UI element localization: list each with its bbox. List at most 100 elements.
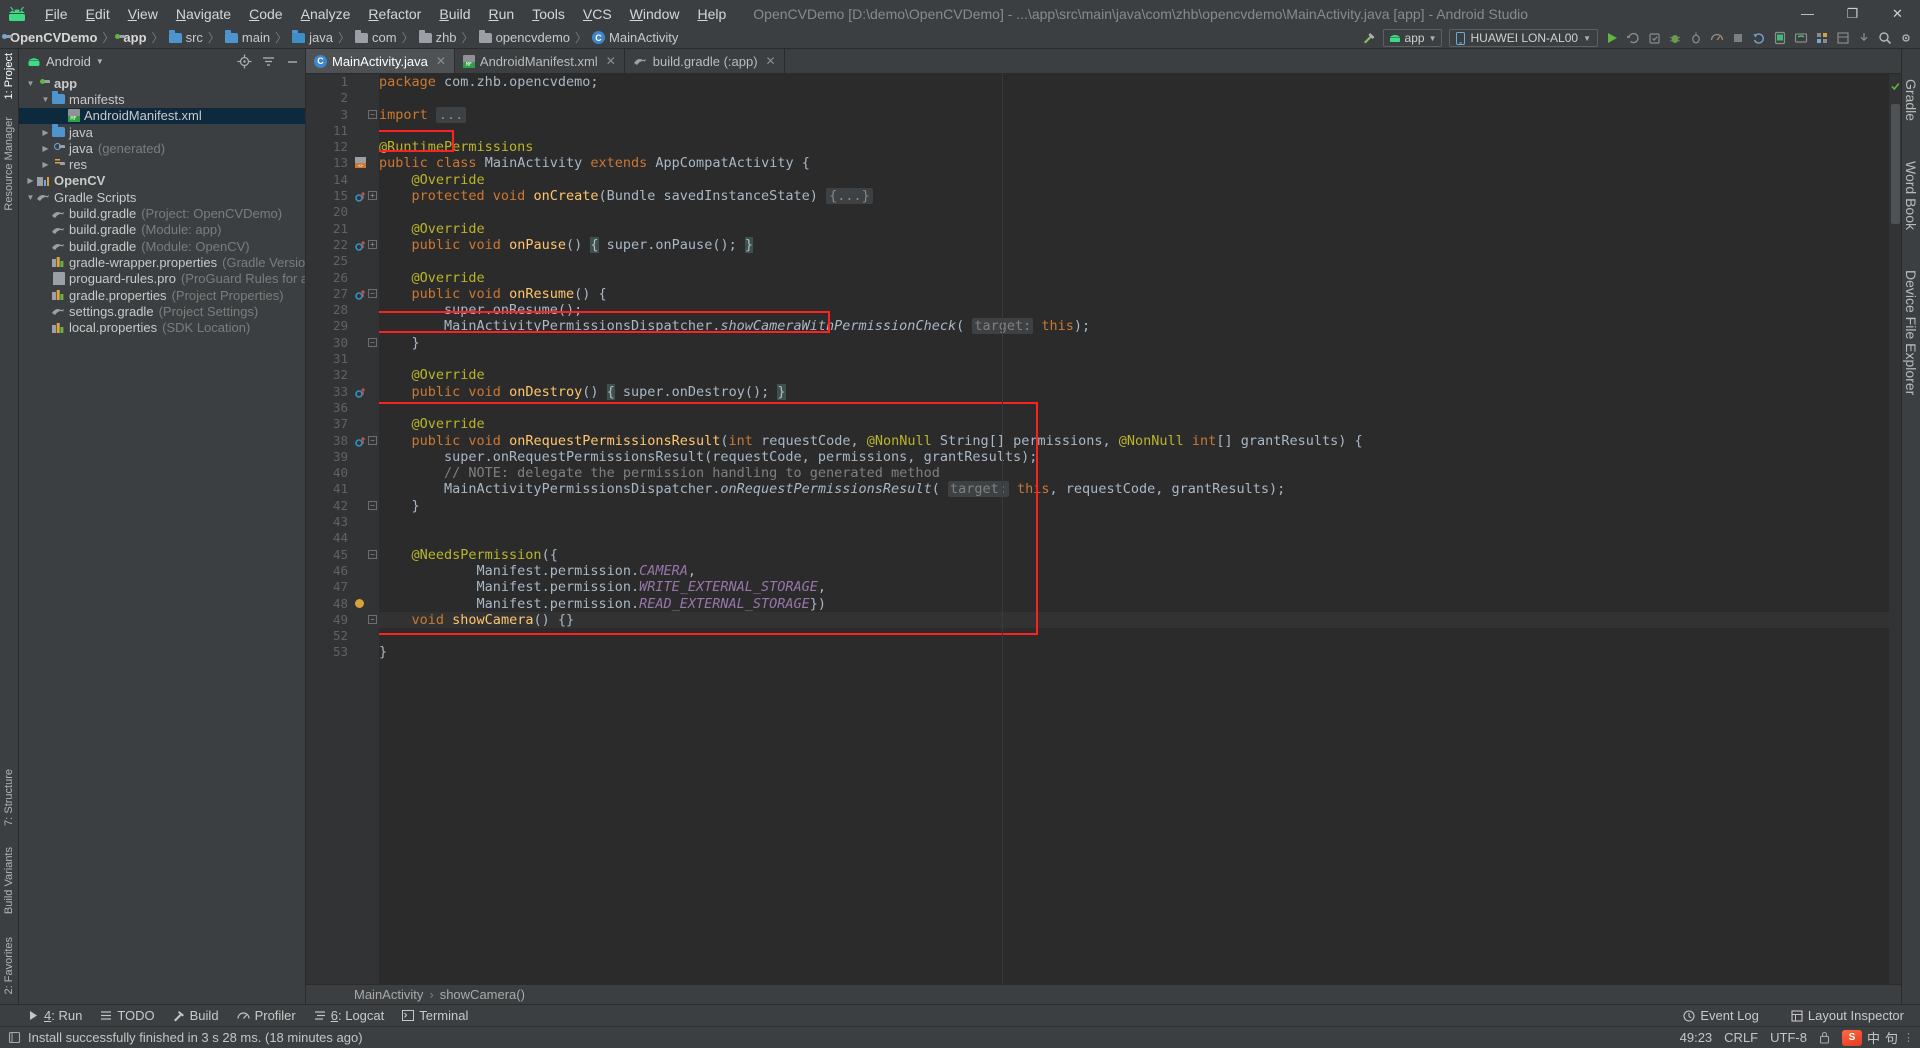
tree-item[interactable]: build.gradle (Project: OpenCVDemo) xyxy=(19,205,305,221)
tool-window-button-logcat[interactable]: 6: Logcat xyxy=(306,1006,393,1025)
fold-collapse-icon[interactable]: − xyxy=(368,500,377,510)
status-message[interactable]: Install successfully finished in 3 s 28 … xyxy=(28,1030,363,1045)
menu-item-run[interactable]: Run xyxy=(479,3,523,25)
tree-item[interactable]: build.gradle (Module: OpenCV) xyxy=(19,238,305,254)
breadcrumb-item-app[interactable]: app xyxy=(115,30,147,45)
fold-collapse-icon[interactable]: − xyxy=(368,614,377,624)
tree-item[interactable]: settings.gradle (Project Settings) xyxy=(19,303,305,319)
code-line[interactable]: } xyxy=(379,498,1889,514)
code-line[interactable]: protected void onCreate(Bundle savedInst… xyxy=(379,188,1889,205)
code-line[interactable] xyxy=(379,123,1889,139)
code-text-area[interactable]: package com.zhb.opencvdemo; import ... @… xyxy=(379,74,1889,984)
code-line[interactable]: super.onResume(); xyxy=(379,302,1889,318)
gutter-mark-row[interactable]: <> xyxy=(354,155,379,171)
code-line[interactable]: public void onPause() { super.onPause();… xyxy=(379,236,1889,253)
tree-item[interactable]: ▶ res xyxy=(19,156,305,172)
tree-item[interactable]: proguard-rules.pro(ProGuard Rules for ap… xyxy=(19,271,305,287)
sdk-manager-icon[interactable] xyxy=(1791,28,1811,48)
code-line[interactable] xyxy=(379,90,1889,106)
fold-expand-icon[interactable]: + xyxy=(368,191,377,201)
gutter-mark-row[interactable] xyxy=(354,318,379,334)
code-line[interactable] xyxy=(379,530,1889,546)
layout-editor-icon[interactable] xyxy=(1833,28,1853,48)
code-line[interactable]: @Override xyxy=(379,367,1889,383)
code-line[interactable]: @RuntimePermissions xyxy=(379,139,1889,155)
tree-item[interactable]: ▼ app xyxy=(19,75,305,91)
close-button[interactable]: ✕ xyxy=(1875,0,1920,27)
menu-item-window[interactable]: Window xyxy=(621,3,689,25)
code-line[interactable] xyxy=(379,204,1889,220)
editor-scrollbar-thumb[interactable] xyxy=(1891,104,1900,224)
gutter-mark-row[interactable] xyxy=(354,90,379,106)
gutter-mark-row[interactable]: − xyxy=(354,612,379,628)
gutter-mark-row[interactable] xyxy=(354,172,379,188)
apply-changes-icon[interactable] xyxy=(1623,28,1643,48)
tool-window-button-todo[interactable]: TODO xyxy=(92,1006,162,1025)
profiler-icon[interactable] xyxy=(1707,28,1727,48)
code-line[interactable]: @Override xyxy=(379,221,1889,237)
line-number-gutter[interactable]: 1 2 3 11 12 13 14 15 20 21 22 25 26 27 28 29 30 31 32 33 36 3… xyxy=(306,74,354,984)
tree-item[interactable]: gradle-wrapper.properties(Gradle Version… xyxy=(19,254,305,270)
gutter-mark-row[interactable] xyxy=(354,563,379,579)
tool-window-button-build[interactable]: Build xyxy=(165,1006,227,1025)
code-line[interactable]: public void onDestroy() { super.onDestro… xyxy=(379,383,1889,400)
menu-item-analyze[interactable]: Analyze xyxy=(292,3,360,25)
gutter-mark-row[interactable] xyxy=(354,400,379,416)
breadcrumb-item-opencvdemo[interactable]: opencvdemo xyxy=(478,29,570,45)
breadcrumb-item-src[interactable]: src xyxy=(168,29,203,45)
code-line[interactable]: @Override xyxy=(379,270,1889,286)
maximize-button[interactable]: ❐ xyxy=(1830,0,1875,27)
code-line[interactable]: } xyxy=(379,644,1889,660)
code-line[interactable]: Manifest.permission.CAMERA, xyxy=(379,563,1889,579)
tab-close-icon[interactable]: ✕ xyxy=(606,54,616,68)
breadcrumb-item-mainactivity[interactable]: C MainActivity xyxy=(592,30,678,45)
project-structure-icon[interactable] xyxy=(1812,28,1832,48)
line-separator[interactable]: CRLF xyxy=(1724,1030,1758,1045)
menu-item-file[interactable]: File xyxy=(36,3,77,25)
gutter-mark-row[interactable] xyxy=(354,465,379,481)
code-line[interactable] xyxy=(379,253,1889,269)
gutter-mark-row[interactable]: − xyxy=(354,547,379,563)
collapse-all-icon[interactable] xyxy=(259,52,277,70)
rail-item-project[interactable]: 1: Project xyxy=(3,49,15,103)
avd-manager-icon[interactable] xyxy=(1770,28,1790,48)
tool-window-button-profiler[interactable]: Profiler xyxy=(229,1006,304,1025)
ime-more-icon[interactable]: ⋮ xyxy=(1903,1031,1914,1044)
tree-item[interactable]: MF AndroidManifest.xml xyxy=(19,107,305,124)
fold-collapse-icon[interactable]: − xyxy=(368,549,377,559)
fold-expand-icon[interactable]: + xyxy=(368,239,377,249)
project-view-selector[interactable]: Android ▼ xyxy=(27,54,104,69)
gutter-mark-row[interactable] xyxy=(354,596,379,612)
breadcrumb-item-main[interactable]: main xyxy=(224,29,270,45)
notification-icon[interactable] xyxy=(8,1031,21,1044)
settings-gear-icon[interactable] xyxy=(1896,28,1916,48)
code-line[interactable]: MainActivityPermissionsDispatcher.onRequ… xyxy=(379,481,1889,498)
gutter-mark-row[interactable] xyxy=(354,204,379,220)
tool-window-button-event-log[interactable]: Event Log xyxy=(1675,1006,1767,1025)
code-line[interactable]: import ... xyxy=(379,106,1889,123)
code-line[interactable] xyxy=(379,351,1889,367)
ime-mode-chinese[interactable]: 中 xyxy=(1867,1028,1880,1047)
tree-item[interactable]: ▼ Gradle Scripts xyxy=(19,189,305,205)
fold-collapse-icon[interactable]: − xyxy=(368,337,377,347)
locate-target-icon[interactable] xyxy=(235,52,253,70)
tree-expand-arrow[interactable]: ▶ xyxy=(25,176,36,185)
file-encoding[interactable]: UTF-8 xyxy=(1770,1030,1807,1045)
gutter-mark-row[interactable] xyxy=(354,253,379,269)
caret-position[interactable]: 49:23 xyxy=(1680,1030,1713,1045)
code-line[interactable]: package com.zhb.opencvdemo; xyxy=(379,74,1889,90)
fold-collapse-icon[interactable]: − xyxy=(368,435,377,445)
gutter-mark-row[interactable]: − xyxy=(354,433,379,449)
code-line[interactable]: @NeedsPermission({ xyxy=(379,547,1889,563)
tab-close-icon[interactable]: ✕ xyxy=(436,54,446,68)
menu-item-help[interactable]: Help xyxy=(688,3,735,25)
menu-item-code[interactable]: Code xyxy=(240,3,291,25)
tree-expand-arrow[interactable]: ▼ xyxy=(25,193,36,202)
gutter-marks[interactable]: − <> + + − − − − − − xyxy=(354,74,379,984)
gutter-mark-row[interactable]: − xyxy=(354,286,379,302)
menu-item-vcs[interactable]: VCS xyxy=(574,3,621,25)
tree-expand-arrow[interactable]: ▶ xyxy=(40,160,51,169)
rail-item-favorites[interactable]: 2: Favorites xyxy=(3,933,15,998)
gutter-mark-row[interactable]: + xyxy=(354,188,379,204)
hide-panel-icon[interactable] xyxy=(283,52,301,70)
